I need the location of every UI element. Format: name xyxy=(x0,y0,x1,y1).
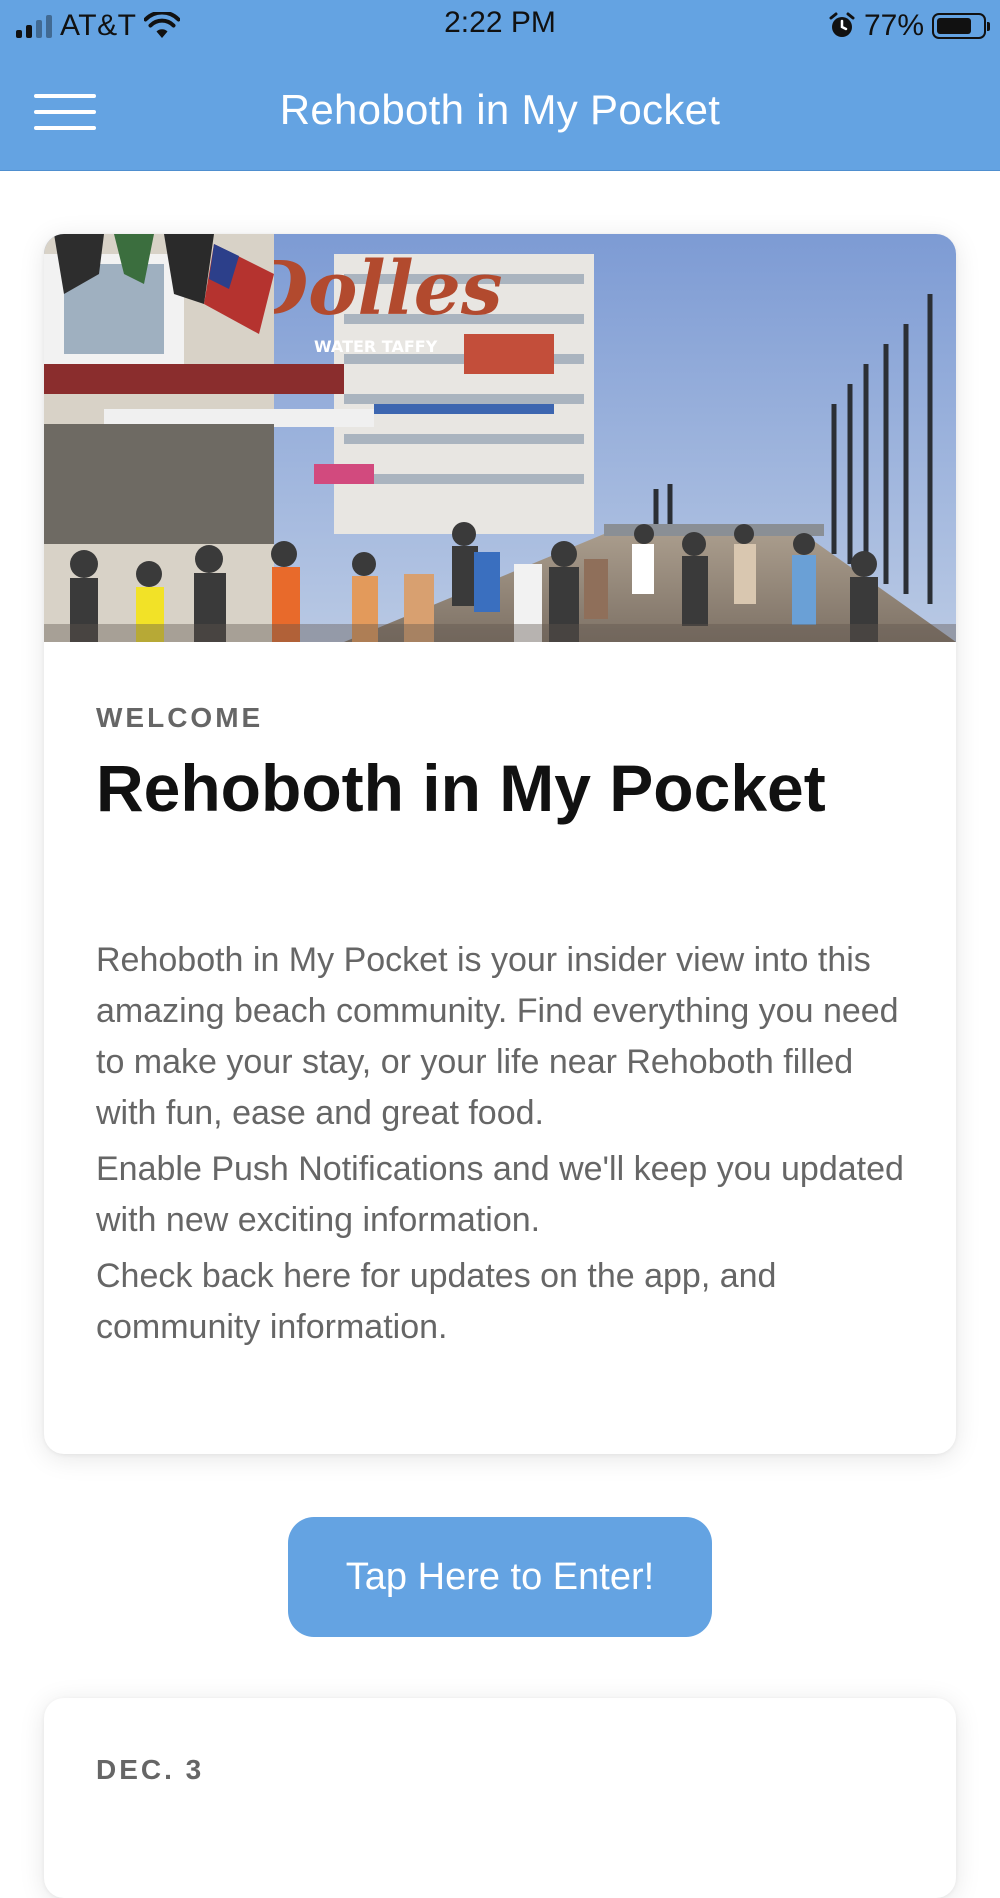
card-description: Rehoboth in My Pocket is your insider vi… xyxy=(96,935,904,1353)
battery-level-fill xyxy=(937,18,971,34)
card-paragraph: Check back here for updates on the app, … xyxy=(96,1256,777,1346)
welcome-card: Dolles WATER TAFFY WELCOME Rehoboth in M… xyxy=(44,234,956,1454)
battery-percent: 77% xyxy=(863,9,924,42)
update-card-body: DEC. 3 xyxy=(44,1754,956,1786)
card-paragraph: Enable Push Notifications and we'll keep… xyxy=(96,1149,904,1239)
card-paragraph: Rehoboth in My Pocket is your insider vi… xyxy=(96,940,899,1132)
nav-title: Rehoboth in My Pocket xyxy=(279,86,721,133)
boardwalk-photo-illustration: Dolles WATER TAFFY xyxy=(44,234,956,642)
enter-button[interactable]: Tap Here to Enter! xyxy=(288,1517,712,1637)
boardwalk-photo: Dolles WATER TAFFY xyxy=(44,234,956,642)
welcome-card-body: WELCOME Rehoboth in My Pocket Rehoboth i… xyxy=(44,702,956,1353)
card-eyebrow: WELCOME xyxy=(96,702,264,733)
card-title: Rehoboth in My Pocket xyxy=(96,751,826,825)
update-date: DEC. 3 xyxy=(96,1754,205,1785)
status-right: 77% xyxy=(828,8,990,44)
update-card[interactable]: DEC. 3 xyxy=(44,1698,956,1898)
svg-text:Dolles: Dolles xyxy=(242,246,503,332)
alarm-icon xyxy=(829,12,855,37)
status-bar: AT&T 2:22 PM 77% xyxy=(0,0,1000,52)
app-header: AT&T 2:22 PM 77% Rehoboth in My Pocket xyxy=(0,0,1000,171)
svg-text:WATER TAFFY: WATER TAFFY xyxy=(314,337,438,356)
battery-icon xyxy=(932,13,990,39)
